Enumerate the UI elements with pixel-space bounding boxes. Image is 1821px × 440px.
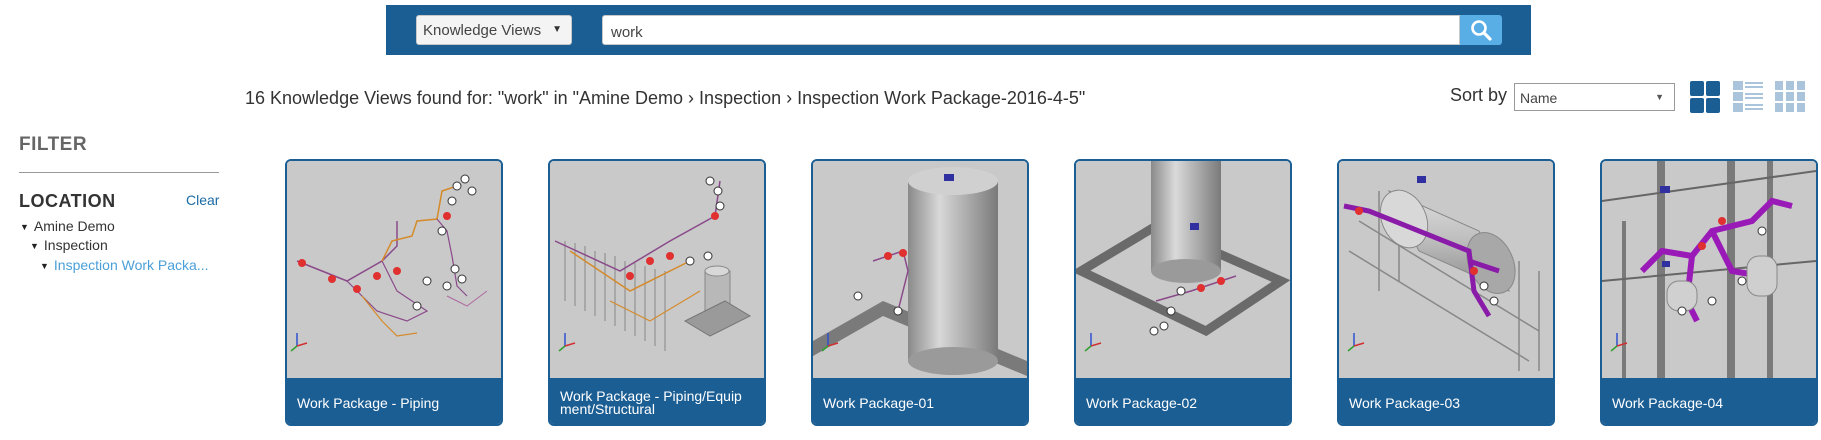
filter-title: FILTER	[19, 134, 88, 155]
card-thumbnail	[287, 161, 501, 381]
card-title: Work Package-02	[1076, 378, 1290, 424]
knowledge-view-card[interactable]: Work Package-02	[1074, 159, 1292, 426]
card-title: Work Package - Piping	[287, 378, 501, 424]
card-thumbnail	[1339, 161, 1553, 381]
grid-large-icon	[1690, 81, 1720, 113]
results-summary: 16 Knowledge Views found for: "work" in …	[245, 88, 1086, 108]
tree-item-label: Inspection Work Packa...	[53, 257, 209, 273]
chevron-down-icon: ▼	[1655, 92, 1664, 102]
chevron-down-icon: ▼	[552, 24, 562, 35]
knowledge-view-card[interactable]: Work Package-04	[1600, 159, 1818, 426]
tree-item-label: Inspection	[43, 237, 108, 253]
clear-filter-link[interactable]: Clear	[186, 192, 219, 208]
card-thumbnail	[813, 161, 1027, 381]
card-title: Work Package-03	[1339, 378, 1553, 424]
sort-label: Sort by	[1450, 85, 1508, 105]
card-thumbnail	[1076, 161, 1290, 381]
sort-select[interactable]: Name ▼	[1514, 83, 1675, 111]
search-icon	[1471, 20, 1492, 41]
grid-small-icon	[1775, 81, 1805, 112]
location-title: LOCATION	[19, 191, 116, 211]
search-scope-select[interactable]: Knowledge Views ▼	[416, 15, 572, 45]
tree-item-amine-demo[interactable]: ▼ Amine Demo	[20, 218, 115, 234]
tree-item-inspection-work-package[interactable]: ▼ Inspection Work Packa...	[40, 257, 216, 273]
card-title: Work Package-04	[1602, 378, 1816, 424]
caret-down-icon[interactable]: ▼	[30, 241, 39, 251]
tree-item-label: Amine Demo	[33, 218, 115, 234]
grid-small-view-button[interactable]	[1775, 81, 1805, 113]
search-input[interactable]	[602, 15, 1460, 45]
list-icon	[1733, 81, 1763, 112]
filter-divider	[19, 172, 219, 173]
knowledge-view-card[interactable]: Work Package - Piping	[285, 159, 503, 426]
list-view-button[interactable]	[1733, 81, 1763, 113]
search-scope-label: Knowledge Views	[423, 22, 542, 39]
card-title: Work Package - Piping/Equip ment/Structu…	[550, 378, 764, 424]
card-thumbnail	[1602, 161, 1816, 381]
tree-item-inspection[interactable]: ▼ Inspection	[30, 237, 108, 253]
knowledge-view-card[interactable]: Work Package - Piping/Equip ment/Structu…	[548, 159, 766, 426]
caret-down-icon[interactable]: ▼	[20, 222, 29, 232]
search-bar: Knowledge Views ▼	[386, 5, 1531, 55]
sort-value: Name	[1520, 90, 1558, 106]
knowledge-view-card[interactable]: Work Package-03	[1337, 159, 1555, 426]
search-button[interactable]	[1460, 15, 1502, 45]
card-thumbnail	[550, 161, 764, 381]
caret-down-icon[interactable]: ▼	[40, 261, 49, 271]
knowledge-view-card[interactable]: Work Package-01	[811, 159, 1029, 426]
card-title: Work Package-01	[813, 378, 1027, 424]
grid-large-view-button[interactable]	[1690, 81, 1720, 113]
